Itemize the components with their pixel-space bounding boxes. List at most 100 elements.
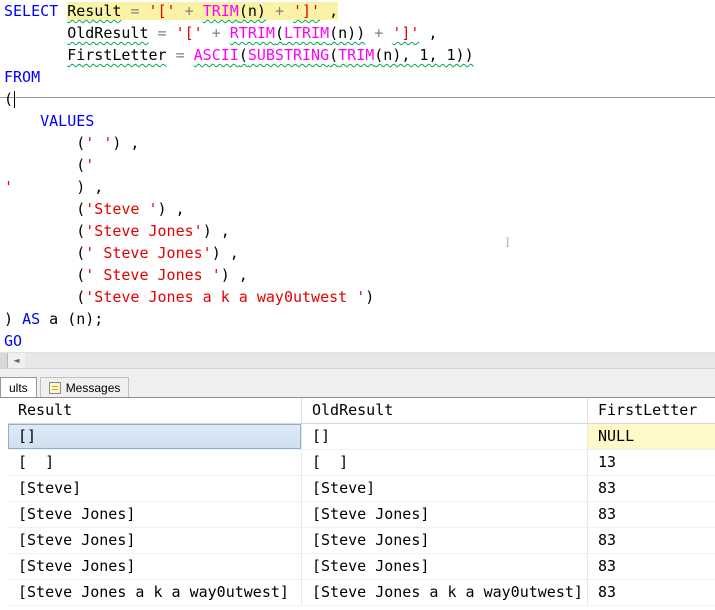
code-token: AS (22, 310, 41, 328)
code-token: OldResult (67, 24, 149, 42)
code-token: (n), 1, 1)) (374, 46, 474, 64)
grid-row-2: [ ][ ] 13 (8, 450, 715, 476)
editor-line-8[interactable]: (' (4, 154, 715, 176)
code-token: ( (4, 134, 86, 152)
grid-row-5: [Steve Jones] [Steve Jones] 83 (8, 528, 715, 554)
code-token: ( (238, 46, 248, 64)
editor-line-10[interactable]: ('Steve ') , (4, 198, 715, 220)
code-token: VALUES (40, 112, 95, 130)
code-token: ) , (220, 266, 248, 284)
grid-cell[interactable]: 83 (588, 502, 715, 528)
column-header-result[interactable]: Result (8, 398, 302, 424)
grid-cell[interactable]: [Steve] (302, 476, 588, 502)
code-token (175, 2, 185, 20)
editor-line-15[interactable]: ) AS a (n); (4, 308, 715, 330)
column-header-oldresult[interactable]: OldResult (302, 398, 588, 424)
grid-cell[interactable]: 83 (588, 580, 715, 606)
grid-cell[interactable]: 13 (588, 450, 715, 476)
column-header-firstletter[interactable]: FirstLetter (588, 398, 715, 424)
editor-line-14[interactable]: ('Steve Jones a k a way0utwest ') (4, 286, 715, 308)
editor-line-1[interactable]: SELECT Result = '[' + TRIM(n) + ']' , (4, 0, 715, 22)
grid-row-1: [][] NULL (8, 424, 715, 450)
horizontal-scrollbar[interactable]: ◄ (0, 352, 715, 368)
code-token: + (184, 2, 194, 20)
code-token: ( (4, 90, 14, 108)
code-token: ']' (293, 2, 321, 20)
scrollbar-thumb[interactable] (25, 353, 715, 368)
editor-line-3[interactable]: FirstLetter = ASCII(SUBSTRING(TRIM(n), 1… (4, 44, 715, 66)
grid-cell[interactable]: [] (302, 424, 588, 450)
code-token: ( (4, 222, 86, 240)
grid-cell[interactable]: [Steve Jones] (302, 554, 588, 580)
code-token: SUBSTRING (247, 46, 330, 64)
grid-cell[interactable]: 83 (588, 528, 715, 554)
grid-cell[interactable]: [Steve Jones] (302, 502, 588, 528)
grid-cell[interactable]: [Steve] (8, 476, 302, 502)
grid-row-3: [Steve] [Steve] 83 (8, 476, 715, 502)
code-token: ( (4, 200, 86, 218)
editor-line-7[interactable]: (' ') , (4, 132, 715, 154)
code-token: 'Steve Jones a k a way0utwest ' (85, 288, 366, 306)
code-token: ( (4, 156, 86, 174)
code-token: + (374, 24, 384, 42)
code-token: Result (67, 2, 122, 20)
scroll-left-arrow-icon[interactable]: ◄ (8, 353, 25, 368)
editor-line-5[interactable]: ( (4, 88, 715, 110)
grid-cell[interactable]: 83 (588, 554, 715, 580)
code-token: FROM (4, 68, 41, 86)
messages-icon (48, 381, 61, 394)
code-token: = (157, 24, 167, 42)
code-token: TRIM (338, 46, 375, 64)
grid-row-7: [Steve Jones a k a way0utwest] [Steve Jon… (8, 580, 715, 606)
code-token: 'Steve Jones' (85, 222, 203, 240)
tab-messages[interactable]: Messages (39, 377, 130, 397)
code-token: ) , (76, 178, 104, 196)
grid-cell[interactable]: [ ] (302, 450, 588, 476)
code-token: ASCII (193, 46, 239, 64)
code-token: ( (4, 266, 86, 284)
grid-cell[interactable]: [ ] (8, 450, 302, 476)
tab-messages-label: Messages (65, 380, 121, 395)
editor-line-16[interactable]: GO (4, 330, 715, 352)
code-token: ( (4, 288, 86, 306)
editor-line-11[interactable]: ('Steve Jones') , (4, 220, 715, 242)
editor-line-9[interactable]: ' ) , (4, 176, 715, 198)
tab-results[interactable]: ults (0, 377, 37, 397)
grid-cell[interactable]: [Steve Jones a k a way0utwest] (8, 580, 302, 606)
code-token (283, 2, 293, 20)
tab-results-label: ults (9, 380, 28, 395)
editor-caret (14, 91, 16, 108)
grid-cell[interactable]: [Steve Jones] (8, 502, 302, 528)
editor-line-2[interactable]: OldResult = '[' + RTRIM(LTRIM(n)) + ']' … (4, 22, 715, 44)
editor-line-13[interactable]: (' Steve Jones ') , (4, 264, 715, 286)
grid-cell[interactable]: [Steve Jones] (302, 528, 588, 554)
grid-cell[interactable]: 83 (588, 476, 715, 502)
code-token: ( (274, 24, 284, 42)
grid-cell[interactable]: [Steve Jones] (8, 528, 302, 554)
code-editor[interactable]: SELECT Result = '[' + TRIM(n) + ']' , Ol… (0, 0, 715, 352)
editor-line-6[interactable]: VALUES (4, 110, 715, 132)
editor-line-12[interactable]: (' Steve Jones') , (4, 242, 715, 264)
code-token: ) , (211, 244, 239, 262)
editor-line-4[interactable]: FROM (4, 66, 715, 88)
code-token: , (320, 2, 339, 20)
grid-cell[interactable]: [] (8, 424, 302, 450)
code-token: RTRIM (229, 24, 275, 42)
code-token: ) , (112, 134, 140, 152)
grid-cell[interactable]: [Steve Jones a k a way0utwest] (302, 580, 588, 606)
grid-cell[interactable]: NULL (588, 424, 715, 450)
splitter-handle[interactable] (0, 353, 8, 368)
code-token: ']' (392, 24, 420, 42)
grid-cell[interactable]: [Steve Jones] (8, 554, 302, 580)
code-token (265, 2, 275, 20)
code-token (193, 2, 203, 20)
code-token: ) (4, 310, 23, 328)
